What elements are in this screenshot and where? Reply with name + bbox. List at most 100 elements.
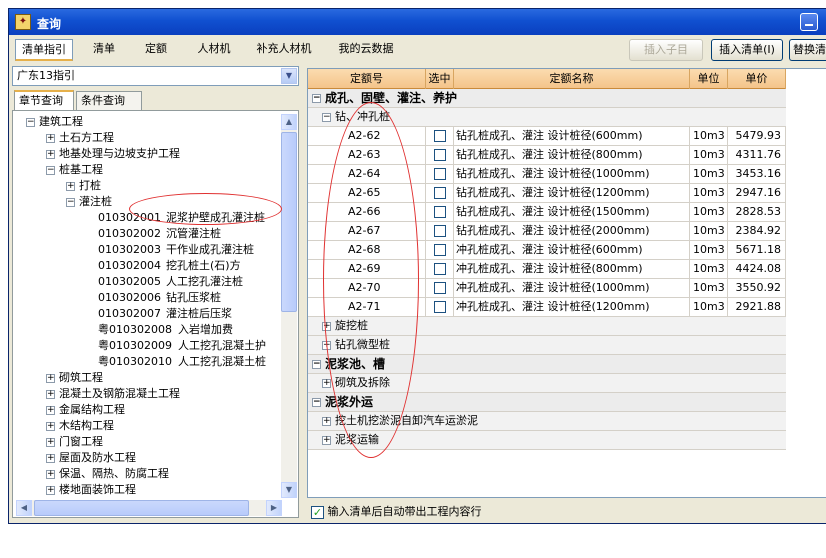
- tree-node[interactable]: 粤010302010 人工挖孔混凝土桩: [98, 354, 266, 370]
- tab-condition-query[interactable]: 条件查询: [76, 91, 142, 111]
- expand-icon[interactable]: +: [46, 149, 55, 159]
- select-checkbox[interactable]: [433, 282, 446, 294]
- expand-icon[interactable]: +: [46, 437, 55, 447]
- expand-icon[interactable]: +: [46, 389, 55, 399]
- tree-node[interactable]: + 金属结构工程: [46, 402, 125, 418]
- select-cell[interactable]: [426, 203, 454, 222]
- select-checkbox[interactable]: [433, 263, 446, 275]
- h-scroll-thumb[interactable]: [34, 500, 249, 516]
- select-cell[interactable]: [426, 146, 454, 165]
- tree-node[interactable]: + 保温、隔热、防腐工程: [46, 466, 169, 482]
- select-checkbox[interactable]: [433, 168, 446, 180]
- tree-node[interactable]: + 打桩: [66, 178, 101, 194]
- tree-node[interactable]: + 砌筑工程: [46, 370, 103, 386]
- select-checkbox[interactable]: [433, 149, 446, 161]
- select-cell[interactable]: [426, 127, 454, 146]
- tree-node-label: 人工挖孔混凝土护: [178, 339, 266, 352]
- collapse-icon[interactable]: −: [46, 165, 55, 175]
- col-quota-name[interactable]: 定额名称: [454, 69, 690, 89]
- tab-my-cloud-data[interactable]: 我的云数据: [331, 39, 401, 61]
- insert-child-button[interactable]: 插入子目: [629, 39, 703, 61]
- auto-content-option[interactable]: ✓ 输入清单后自动带出工程内容行: [311, 503, 482, 521]
- select-cell[interactable]: [426, 184, 454, 203]
- expand-icon[interactable]: +: [322, 435, 331, 445]
- tree-node[interactable]: 010302003 干作业成孔灌注桩: [98, 242, 254, 258]
- col-unit[interactable]: 单位: [690, 69, 728, 89]
- tab-list-guide[interactable]: 清单指引: [15, 39, 73, 61]
- select-checkbox[interactable]: [433, 187, 446, 199]
- tree-node[interactable]: 010302002 沉管灌注桩: [98, 226, 221, 242]
- col-unit-price[interactable]: 单价: [728, 69, 786, 89]
- insert-list-button[interactable]: 插入清单(I): [711, 39, 783, 61]
- tree-node[interactable]: + 楼地面装饰工程: [46, 482, 136, 498]
- select-checkbox[interactable]: [433, 301, 446, 313]
- expand-icon[interactable]: +: [46, 469, 55, 479]
- scroll-thumb[interactable]: [281, 132, 297, 312]
- expand-icon[interactable]: +: [46, 453, 55, 463]
- tree-node[interactable]: 010302007 灌注桩后压浆: [98, 306, 232, 322]
- tree-node[interactable]: 010302006 钻孔压浆桩: [98, 290, 221, 306]
- auto-content-checkbox[interactable]: ✓: [311, 505, 324, 519]
- collapse-icon[interactable]: −: [26, 117, 35, 127]
- tree-node[interactable]: + 门窗工程: [46, 434, 103, 450]
- tab-list[interactable]: 清单: [83, 39, 125, 61]
- tree-node[interactable]: 010302004 挖孔桩土(石)方: [98, 258, 241, 274]
- select-checkbox[interactable]: [433, 206, 446, 218]
- scroll-down-icon[interactable]: ▼: [281, 482, 297, 498]
- tree-node[interactable]: 粤010302008 入岩增加费: [98, 322, 233, 338]
- tree-node[interactable]: 粤010302009 人工挖孔混凝土护: [98, 338, 266, 354]
- tab-labor-material[interactable]: 人材机: [189, 39, 239, 61]
- select-cell[interactable]: [426, 279, 454, 298]
- tree-node[interactable]: − 灌注桩: [66, 194, 112, 210]
- expand-icon[interactable]: +: [46, 405, 55, 415]
- tree-horizontal-scrollbar[interactable]: ◀ ▶: [16, 500, 282, 516]
- scroll-up-icon[interactable]: ▲: [281, 114, 297, 130]
- collapse-icon[interactable]: −: [66, 197, 75, 207]
- select-checkbox[interactable]: [433, 130, 446, 142]
- unit-cell: 10m3: [690, 222, 728, 241]
- chevron-down-icon[interactable]: ▼: [281, 68, 297, 84]
- expand-icon[interactable]: +: [46, 421, 55, 431]
- scroll-left-icon[interactable]: ◀: [16, 500, 32, 516]
- select-cell[interactable]: [426, 298, 454, 317]
- select-cell[interactable]: [426, 222, 454, 241]
- tree-node[interactable]: − 桩基工程: [46, 162, 103, 178]
- tree-node-label: 混凝土及钢筋混凝土工程: [59, 387, 180, 400]
- collapse-icon[interactable]: −: [312, 398, 321, 407]
- tree-node[interactable]: − 建筑工程: [26, 114, 83, 130]
- expand-icon[interactable]: +: [322, 416, 331, 426]
- guide-select[interactable]: 广东13指引 ▼: [12, 66, 299, 86]
- col-selected[interactable]: 选中: [426, 69, 454, 89]
- tree-node[interactable]: 010302005 人工挖孔灌注桩: [98, 274, 243, 290]
- tree-node[interactable]: + 土石方工程: [46, 130, 114, 146]
- tree-node[interactable]: + 地基处理与边坡支护工程: [46, 146, 180, 162]
- expand-icon[interactable]: +: [46, 485, 55, 495]
- tab-chapter-query[interactable]: 章节查询: [14, 90, 74, 111]
- tree-node[interactable]: + 混凝土及钢筋混凝土工程: [46, 386, 180, 402]
- tree-node[interactable]: + 屋面及防水工程: [46, 450, 136, 466]
- expand-icon[interactable]: +: [46, 373, 55, 383]
- col-quota-code[interactable]: 定额号: [308, 69, 426, 89]
- select-cell[interactable]: [426, 241, 454, 260]
- select-checkbox[interactable]: [433, 244, 446, 256]
- collapse-icon[interactable]: −: [312, 94, 321, 103]
- select-cell[interactable]: [426, 165, 454, 184]
- scroll-right-icon[interactable]: ▶: [266, 500, 282, 516]
- price-cell: 5479.93: [728, 127, 786, 146]
- tree-node-label: 门窗工程: [59, 435, 103, 448]
- title-bar[interactable]: ✦ 查询: [9, 9, 826, 35]
- tab-supplement-labor-material[interactable]: 补充人材机: [249, 39, 319, 61]
- tree-vertical-scrollbar[interactable]: ▲ ▼: [281, 114, 297, 498]
- replace-list-button[interactable]: 替换清: [789, 39, 826, 61]
- collapse-icon[interactable]: −: [322, 112, 331, 122]
- collapse-icon[interactable]: −: [312, 360, 321, 369]
- tab-quota[interactable]: 定额: [135, 39, 177, 61]
- expand-icon[interactable]: +: [46, 133, 55, 143]
- expand-icon[interactable]: +: [66, 181, 75, 191]
- expand-icon[interactable]: +: [322, 378, 331, 388]
- minimize-button[interactable]: [800, 13, 818, 31]
- tree-node[interactable]: + 木结构工程: [46, 418, 114, 434]
- select-checkbox[interactable]: [433, 225, 446, 237]
- tree-node-code: 010302003: [98, 243, 161, 256]
- select-cell[interactable]: [426, 260, 454, 279]
